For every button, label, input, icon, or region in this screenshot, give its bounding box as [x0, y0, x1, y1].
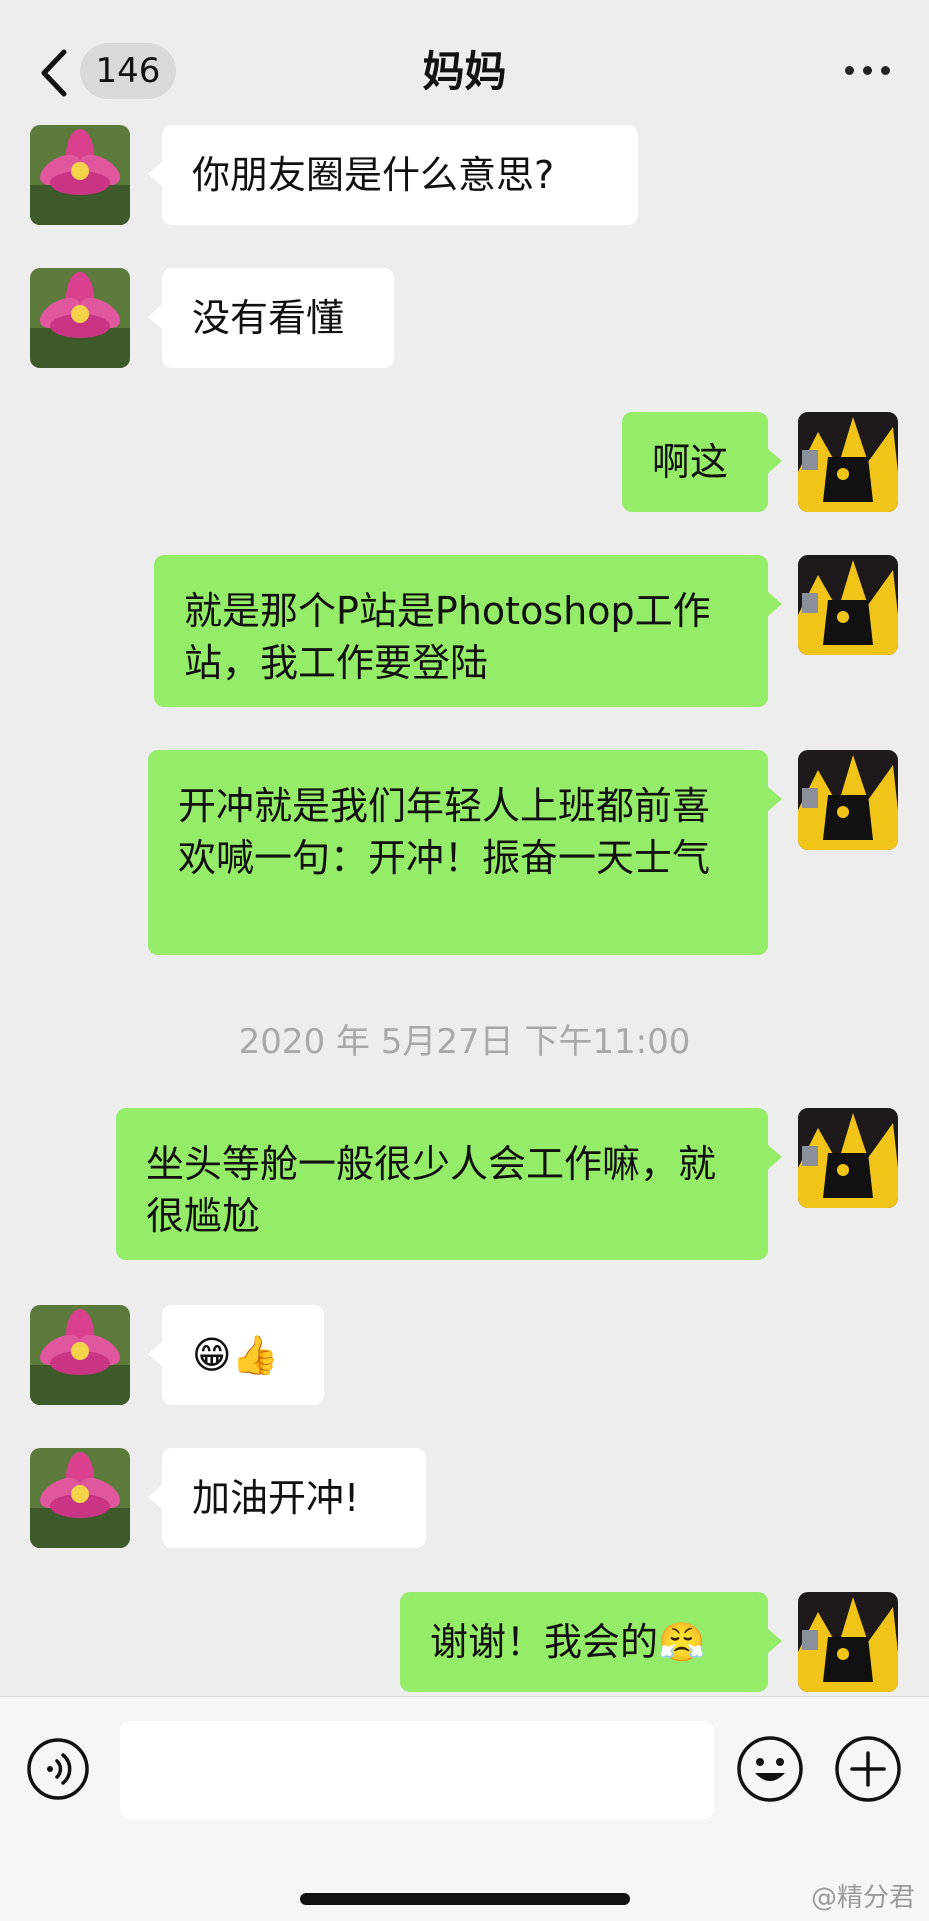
voice-icon[interactable] — [26, 1737, 90, 1801]
my-avatar[interactable] — [798, 1592, 898, 1692]
home-indicator[interactable] — [300, 1893, 630, 1905]
watermark: @精分君 — [810, 1883, 915, 1913]
more-dots-icon[interactable] — [843, 62, 893, 78]
plus-circle-icon[interactable] — [834, 1735, 902, 1803]
message-text: 你朋友圈是什么意思? — [192, 153, 555, 197]
chat-header: 146 妈妈 — [0, 0, 929, 128]
message-bubble[interactable]: 谢谢！我会的😤 — [400, 1592, 782, 1692]
message-text: 开冲就是我们年轻人上班都前喜欢喊一句：开冲！振奋一天士气 — [178, 784, 711, 880]
chat-input-bar: @精分君 — [0, 1696, 929, 1921]
my-avatar[interactable] — [798, 555, 898, 655]
message-bubble[interactable]: 坐头等舱一般很少人会工作嘛，就很尴尬 — [116, 1108, 782, 1260]
message-text: 没有看懂 — [192, 296, 345, 340]
message-text: 就是那个P站是Photoshop工作站，我工作要登陆 — [184, 589, 711, 685]
emoji-face-icon[interactable] — [736, 1735, 804, 1803]
message-bubble[interactable]: 开冲就是我们年轻人上班都前喜欢喊一句：开冲！振奋一天士气 — [148, 750, 782, 955]
page-title: 妈妈 — [422, 47, 507, 96]
message-bubble[interactable]: 😁👍 — [148, 1305, 324, 1405]
message-bubble[interactable]: 没有看懂 — [148, 268, 394, 368]
message-bubble[interactable]: 加油开冲! — [148, 1448, 426, 1548]
message-bubble[interactable]: 啊这 — [622, 412, 782, 512]
message-input[interactable] — [120, 1721, 714, 1819]
my-avatar[interactable] — [798, 1108, 898, 1208]
mom-avatar[interactable] — [30, 268, 130, 368]
my-avatar[interactable] — [798, 412, 898, 512]
message-text: 谢谢！我会的😤 — [430, 1620, 706, 1664]
message-text: 坐头等舱一般很少人会工作嘛，就很尴尬 — [146, 1142, 717, 1238]
message-text: 加油开冲! — [192, 1476, 360, 1520]
mom-avatar[interactable] — [30, 125, 130, 225]
message-text: 😁👍 — [192, 1333, 279, 1377]
message-bubble[interactable]: 就是那个P站是Photoshop工作站，我工作要登陆 — [154, 555, 782, 707]
my-avatar[interactable] — [798, 750, 898, 850]
mom-avatar[interactable] — [30, 1448, 130, 1548]
message-bubble[interactable]: 你朋友圈是什么意思? — [148, 125, 638, 225]
message-timestamp: 2020 年 5月27日 下午11:00 — [238, 1022, 691, 1062]
message-text: 啊这 — [652, 440, 729, 484]
mom-avatar[interactable] — [30, 1305, 130, 1405]
